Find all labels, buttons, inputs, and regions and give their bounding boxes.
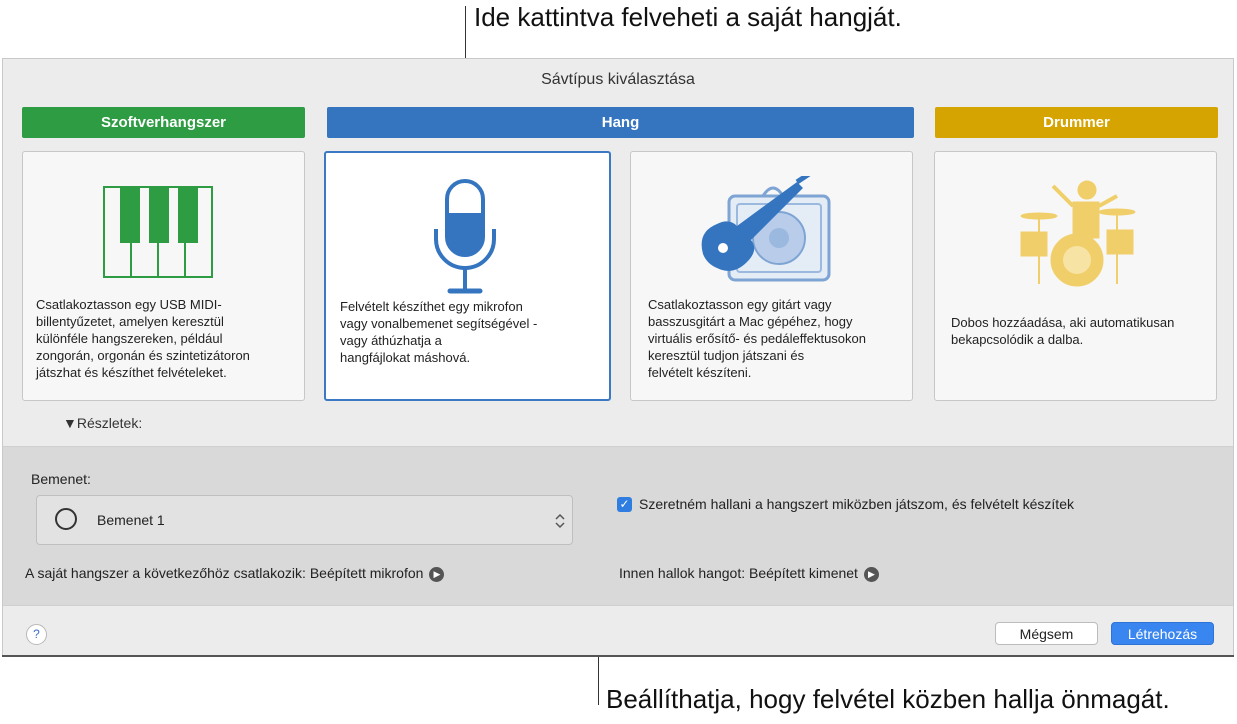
monitor-checkbox-label: Szeretném hallani a hangszert miközben j… [639,496,1074,512]
monitor-checkbox[interactable]: ✓ [617,497,632,512]
cancel-button[interactable]: Mégsem [995,622,1098,645]
dialog-bottom-edge [2,655,1234,657]
dialog-title: Sávtípus kiválasztása [541,71,695,88]
callout-top: Ide kattintva felveheti a saját hangját. [474,2,902,32]
arrow-right-icon[interactable]: ▶ [863,566,879,582]
details-disclosure[interactable]: ▼Részletek: [63,415,142,431]
create-button[interactable]: Létrehozás [1111,622,1214,645]
input-circle-icon [55,508,77,530]
callout-bottom: Beállíthatja, hogy felvétel közben hallj… [606,684,1170,714]
dialog-footer: ? Mégsem Létrehozás [3,605,1233,656]
card-description: Dobos hozzáadása, aki automatikusan beka… [951,315,1175,347]
card-drummer[interactable]: Dobos hozzáadása, aki automatikusan beka… [934,151,1217,401]
card-description: Csatlakoztasson egy gitárt vagy basszusg… [648,297,866,380]
input-label: Bemenet: [31,471,91,487]
chevron-updown-icon [555,513,565,529]
card-description: Csatlakoztasson egy USB MIDI- billentyűz… [36,297,250,380]
help-button[interactable]: ? [26,624,47,645]
drummer-icon [1020,180,1136,287]
arrow-right-icon[interactable]: ▶ [429,566,445,582]
guitar-amp-icon [701,176,831,282]
card-audio-microphone[interactable]: Felvételt készíthet egy mikrofon vagy vo… [324,151,611,401]
header-drummer[interactable]: Drummer [935,107,1218,138]
piano-keys-icon [103,186,213,278]
microphone-icon [434,179,496,294]
input-select[interactable]: Bemenet 1 [36,495,573,545]
header-software-instrument[interactable]: Szoftverhangszer [22,107,305,138]
instrument-connects-text[interactable]: A saját hangszer a következőhöz csatlako… [25,565,445,582]
details-panel: Bemenet: Bemenet 1 A saját hangszer a kö… [3,446,1233,605]
input-select-value: Bemenet 1 [97,512,165,528]
new-track-dialog: Sávtípus kiválasztása Szoftverhangszer H… [2,58,1234,656]
header-audio[interactable]: Hang [327,107,914,138]
output-text[interactable]: Innen hallok hangot: Beépített kimenet ▶ [619,565,879,582]
card-guitar-bass[interactable]: Csatlakoztasson egy gitárt vagy basszusg… [630,151,913,401]
card-description: Felvételt készíthet egy mikrofon vagy vo… [340,299,538,365]
card-software-instrument[interactable]: Csatlakoztasson egy USB MIDI- billentyűz… [22,151,305,401]
